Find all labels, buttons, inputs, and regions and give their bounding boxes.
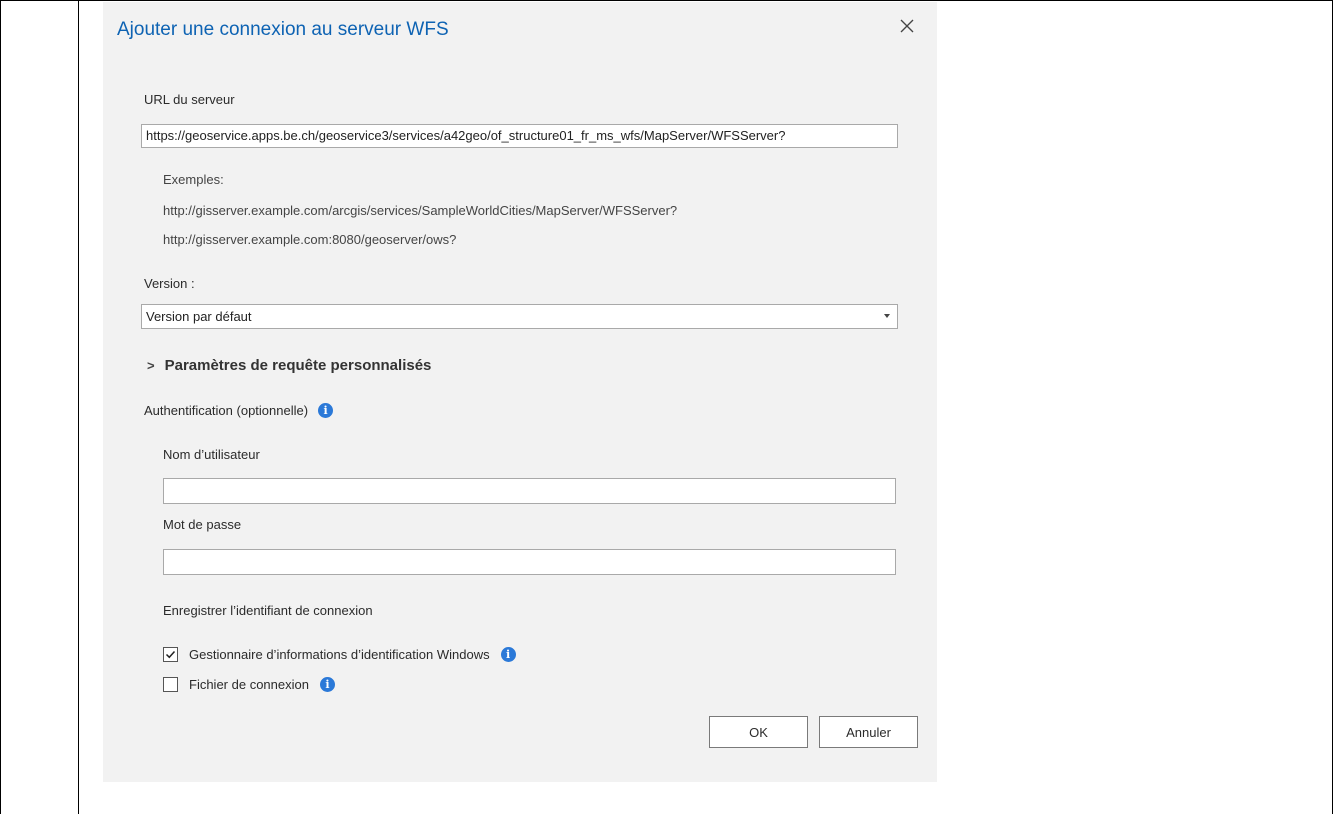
examples-label: Exemples: [163,172,224,187]
server-url-label: URL du serveur [144,92,235,107]
info-icon[interactable]: i [319,677,335,692]
chevron-right-icon: > [147,358,155,373]
server-url-value: https://geoservice.apps.be.ch/geoservice… [146,128,786,143]
windows-credential-label: Gestionnaire d’informations d’identifica… [189,647,490,662]
close-button[interactable] [895,14,919,38]
connection-file-option: Fichier de connexion i [189,677,335,692]
custom-params-label: Paramètres de requête personnalisés [164,357,432,374]
cancel-button[interactable]: Annuler [819,716,918,748]
example-url-1: http://gisserver.example.com/arcgis/serv… [163,203,678,218]
ok-button[interactable]: OK [709,716,808,748]
dialog-title: Ajouter une connexion au serveur WFS [117,19,449,40]
version-label: Version : [144,276,195,291]
version-selected: Version par défaut [146,309,252,324]
password-input[interactable] [163,549,896,575]
info-icon[interactable]: i [500,647,516,662]
wfs-connection-dialog: Ajouter une connexion au serveur WFS URL… [103,2,937,782]
frame-left-line [0,0,1,814]
example-url-2: http://gisserver.example.com:8080/geoser… [163,232,457,247]
connection-file-checkbox[interactable] [163,677,178,692]
custom-params-expander[interactable]: > Paramètres de requête personnalisés [147,357,431,374]
frame-column-line [78,0,79,814]
auth-section: Authentification (optionnelle) i [144,403,334,418]
info-icon[interactable]: i [318,403,334,418]
username-input[interactable] [163,478,896,504]
dropdown-arrow-icon [884,314,890,318]
username-label: Nom d’utilisateur [163,447,260,462]
auth-label: Authentification (optionnelle) [144,403,309,418]
version-select[interactable]: Version par défaut [141,304,898,329]
windows-credential-checkbox[interactable] [163,647,178,662]
frame-top-line [0,0,1333,1]
close-icon [900,19,914,33]
password-label: Mot de passe [163,517,242,532]
save-credentials-label: Enregistrer l’identifiant de connexion [163,603,373,618]
checkmark-icon [165,650,176,659]
windows-credential-option: Gestionnaire d’informations d’identifica… [189,647,516,662]
server-url-input[interactable]: https://geoservice.apps.be.ch/geoservice… [141,124,898,148]
connection-file-label: Fichier de connexion [189,677,309,692]
